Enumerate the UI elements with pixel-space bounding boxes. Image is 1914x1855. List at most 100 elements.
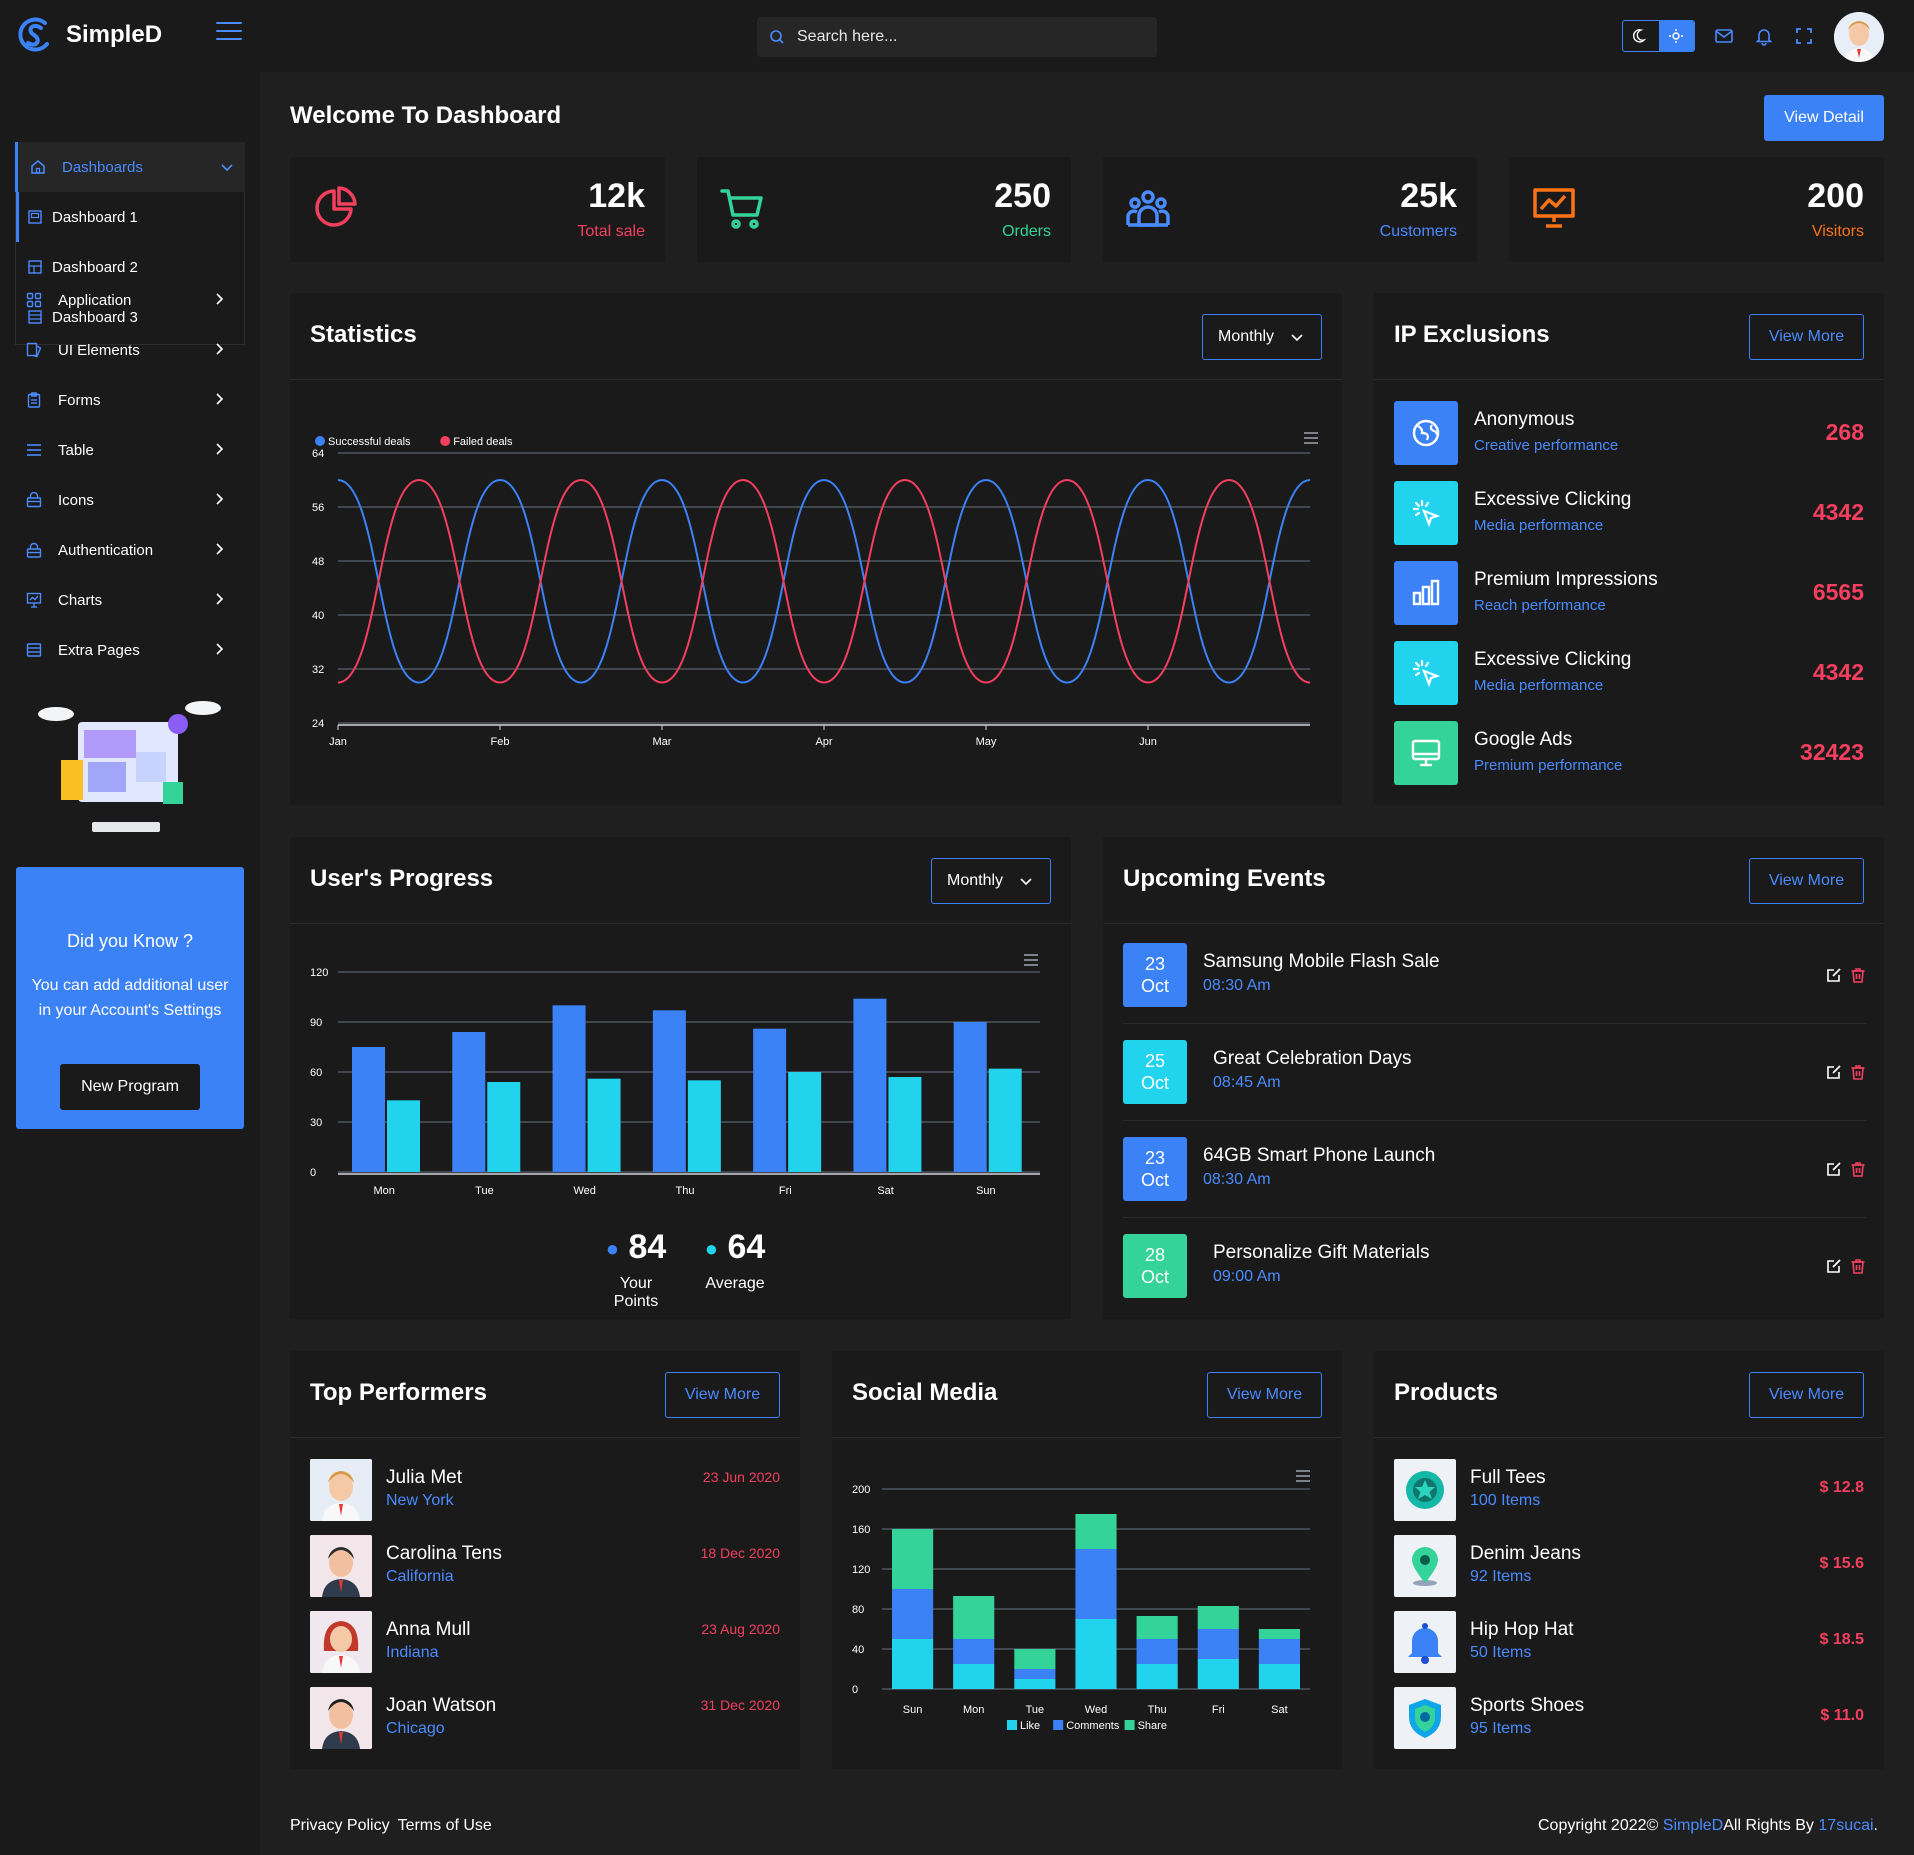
performer-row[interactable]: Anna Mull Indiana 23 Aug 2020 — [310, 1611, 780, 1673]
sidebar-item-icons[interactable]: Icons — [26, 485, 236, 515]
average-value: 64 — [727, 1228, 766, 1266]
ip-view-more-button[interactable]: View More — [1749, 314, 1864, 360]
submenu-item-dashboard-1[interactable]: Dashboard 1 — [16, 192, 244, 242]
list-icon — [27, 444, 41, 456]
statistics-line-chart: Successful deals Failed deals 24 32 40 48 56 64… — [312, 432, 1318, 748]
ip-row[interactable]: Google Ads Premium performance 32423 — [1394, 721, 1864, 785]
x-tick-label: Apr — [815, 736, 832, 748]
legend-label: Successful deals — [328, 436, 411, 448]
sidebar-item-dashboards[interactable]: Dashboards — [15, 142, 245, 192]
stat-card-total-sale: 12k Total sale — [290, 157, 665, 262]
search-input[interactable]: Search here... — [757, 17, 1157, 57]
trash-icon[interactable] — [1850, 967, 1866, 983]
bag-icon — [26, 492, 42, 508]
sidebar-item-charts[interactable]: Charts — [26, 585, 236, 615]
bar — [487, 1082, 521, 1172]
performer-row[interactable]: Joan Watson Chicago 31 Dec 2020 — [310, 1687, 780, 1749]
trash-icon[interactable] — [1850, 1161, 1866, 1177]
view-detail-button[interactable]: View Detail — [1764, 95, 1884, 141]
stacked-bar-segment — [1136, 1639, 1178, 1664]
stacked-bar-segment — [1075, 1514, 1117, 1549]
ip-row[interactable]: Anonymous Creative performance 268 — [1394, 401, 1864, 465]
footer: Privacy Policy Terms of Use Copyright 20… — [260, 1800, 1914, 1855]
ip-value: 6565 — [1812, 579, 1864, 605]
product-row[interactable]: Denim Jeans 92 Items $ 15.6 — [1394, 1535, 1864, 1597]
trash-icon[interactable] — [1850, 1064, 1866, 1080]
ip-row[interactable]: Excessive Clicking Media performance 434… — [1394, 481, 1864, 545]
author-link[interactable]: 17sucai — [1818, 1817, 1873, 1834]
event-month: Oct — [1140, 976, 1169, 996]
stat-label: Visitors — [1811, 223, 1864, 240]
moon-icon[interactable] — [1623, 21, 1659, 51]
chart-menu-icon[interactable] — [1296, 1470, 1310, 1482]
theme-toggle[interactable] — [1622, 20, 1695, 52]
terms-of-use-link[interactable]: Terms of Use — [398, 1817, 492, 1835]
stacked-bar-segment — [1258, 1664, 1300, 1689]
event-date: 25 Oct — [1123, 1040, 1187, 1104]
performer-row[interactable]: Julia Met New York 23 Jun 2020 — [310, 1459, 780, 1521]
statistics-period-select[interactable]: Monthly — [1202, 314, 1322, 360]
ip-sub: Premium performance — [1474, 757, 1623, 774]
event-name: Personalize Gift Materials — [1213, 1242, 1430, 1263]
ip-value: 32423 — [1800, 739, 1864, 765]
stacked-bar-segment — [892, 1529, 934, 1589]
performers-view-more-button[interactable]: View More — [665, 1372, 780, 1418]
stat-card-customers: 25k Customers — [1103, 157, 1477, 262]
sidebar-item-table[interactable]: Table — [26, 435, 236, 465]
ip-row[interactable]: Premium Impressions Reach performance 65… — [1394, 561, 1864, 625]
promo-text: You can add additional user in your Acco… — [31, 977, 229, 1019]
edit-icon[interactable] — [1826, 1258, 1842, 1274]
x-tick-label: Fri — [779, 1185, 792, 1197]
new-program-button[interactable]: New Program — [60, 1064, 200, 1110]
performer-name: Joan Watson — [386, 1695, 497, 1716]
stat-card-visitors: 200 Visitors — [1509, 157, 1884, 262]
y-tick-label: 0 — [310, 1167, 316, 1179]
edit-icon[interactable] — [1826, 1161, 1842, 1177]
sidebar-item-application[interactable]: Application — [26, 285, 236, 315]
bar — [853, 998, 887, 1172]
privacy-policy-link[interactable]: Privacy Policy — [290, 1817, 390, 1835]
dot-icon: ● — [605, 1236, 619, 1262]
edit-icon[interactable] — [1826, 1064, 1842, 1080]
event-day: 25 — [1144, 1051, 1166, 1071]
product-name: Hip Hop Hat — [1470, 1619, 1574, 1640]
mail-icon[interactable] — [1714, 26, 1734, 46]
product-row[interactable]: Sports Shoes 95 Items $ 11.0 — [1394, 1687, 1864, 1749]
trash-icon[interactable] — [1850, 1258, 1866, 1274]
product-row[interactable]: Full Tees 100 Items $ 12.8 — [1394, 1459, 1864, 1521]
ip-value: 4342 — [1812, 499, 1864, 525]
sidebar-item-ui-elements[interactable]: UI Elements — [26, 335, 236, 365]
y-tick-label: 40 — [312, 610, 324, 622]
brand-link[interactable]: SimpleD — [1663, 1817, 1723, 1834]
events-view-more-button[interactable]: View More — [1749, 858, 1864, 904]
sidebar-item-forms[interactable]: Forms — [26, 385, 236, 415]
avatar — [310, 1535, 372, 1597]
ip-value: 4342 — [1812, 659, 1864, 685]
edit-icon[interactable] — [1826, 967, 1842, 983]
progress-period-select[interactable]: Monthly — [931, 858, 1051, 904]
event-name: 64GB Smart Phone Launch — [1203, 1145, 1436, 1166]
series-line — [337, 478, 1311, 684]
sidebar-item-extra-pages[interactable]: Extra Pages — [26, 635, 236, 665]
products-view-more-button[interactable]: View More — [1749, 1372, 1864, 1418]
layout-icon — [26, 643, 42, 657]
fullscreen-icon[interactable] — [1794, 26, 1814, 46]
chart-menu-icon[interactable] — [1304, 432, 1318, 444]
social-view-more-button[interactable]: View More — [1207, 1372, 1322, 1418]
sun-icon[interactable] — [1658, 21, 1694, 51]
logo[interactable]: SimpleD — [14, 14, 162, 56]
your-points-stat: ● 84 Your Points — [596, 1227, 676, 1311]
sidebar-item-authentication[interactable]: Authentication — [26, 535, 236, 565]
product-row[interactable]: Hip Hop Hat 50 Items $ 18.5 — [1394, 1611, 1864, 1673]
event-month: Oct — [1140, 1267, 1169, 1287]
chart-menu-icon[interactable] — [1024, 954, 1038, 966]
sidebar-item-label: Extra Pages — [58, 641, 140, 659]
menu-toggle-icon[interactable] — [216, 22, 242, 44]
performer-row[interactable]: Carolina Tens California 18 Dec 2020 — [310, 1535, 780, 1597]
stat-card-orders: 250 Orders — [697, 157, 1071, 262]
bell-icon[interactable] — [1754, 26, 1774, 46]
ip-row[interactable]: Excessive Clicking Media performance 434… — [1394, 641, 1864, 705]
x-tick-label: Sat — [1271, 1704, 1288, 1716]
user-avatar[interactable] — [1834, 12, 1884, 62]
page-title: Welcome To Dashboard — [290, 102, 562, 129]
